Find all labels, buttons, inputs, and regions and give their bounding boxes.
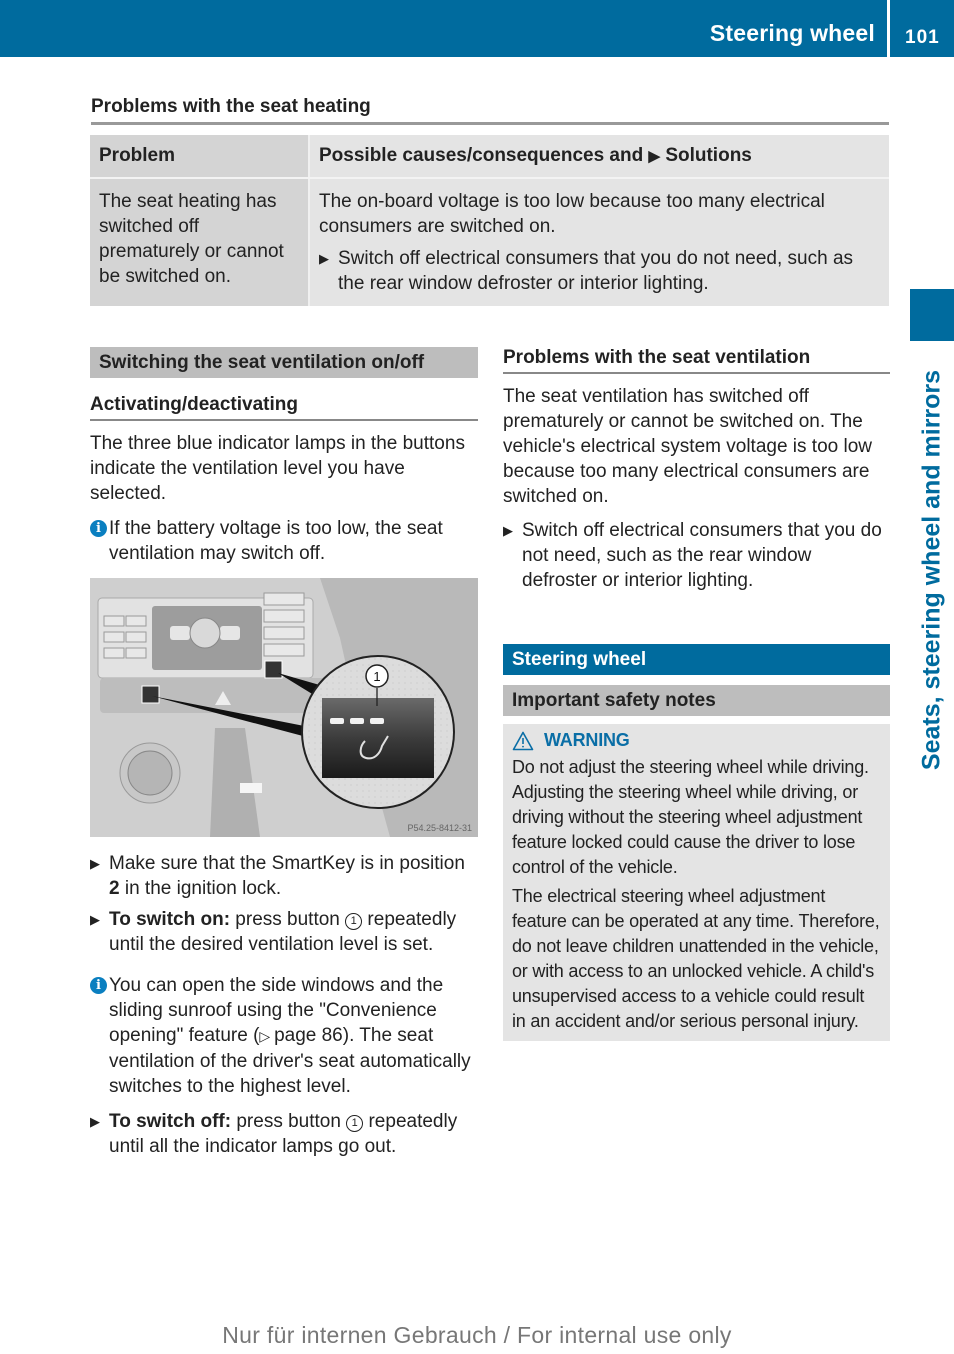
steering-section-title: Steering wheel bbox=[503, 644, 890, 675]
page-ref-arrow-icon: ▷ bbox=[259, 1028, 275, 1044]
warning-label: WARNING bbox=[544, 730, 630, 750]
step-text: in the ignition lock. bbox=[119, 878, 282, 899]
button-1-ref-icon: 1 bbox=[345, 913, 363, 930]
activating-heading: Activating/deactivating bbox=[90, 392, 478, 421]
page-ref-link[interactable]: page 86 bbox=[274, 1025, 343, 1046]
column-header-problem: Problem bbox=[90, 135, 310, 179]
step-switch-on: ▶ To switch on: press button 1 repeatedl… bbox=[90, 907, 478, 957]
step-arrow-icon: ▶ bbox=[503, 523, 513, 538]
step-text: Switch off electrical consumers that you… bbox=[522, 520, 882, 591]
chapter-side-label: Seats, steering wheel and mirrors bbox=[910, 350, 954, 790]
figure-code: P54.25-8412-31 bbox=[407, 823, 472, 833]
button-1-ref-icon: 1 bbox=[346, 1115, 364, 1132]
battery-note: i If the battery voltage is too low, the… bbox=[90, 516, 478, 566]
dashboard-illustration: 1 P54.25-8412-31 bbox=[90, 578, 478, 837]
battery-note-text: If the battery voltage is too low, the s… bbox=[109, 518, 443, 564]
step-arrow-icon: ▶ bbox=[319, 251, 329, 266]
left-column: Switching the seat ventilation on/off Ac… bbox=[90, 347, 478, 1159]
cause-cell: The on-board voltage is too low because … bbox=[309, 178, 889, 306]
right-column: Problems with the seat ventilation The s… bbox=[503, 345, 890, 1041]
ventilation-problems-text: The seat ventilation has switched off pr… bbox=[503, 386, 872, 507]
warning-text-1: Do not adjust the steering wheel while d… bbox=[512, 757, 869, 877]
chapter-side-label-text: Seats, steering wheel and mirrors bbox=[917, 369, 946, 771]
warning-header: WARNING bbox=[512, 728, 881, 753]
page-header: Steering wheel 101 bbox=[0, 0, 954, 57]
page-number: 101 bbox=[905, 27, 940, 48]
safety-notes-title: Important safety notes bbox=[503, 685, 890, 716]
table-row: The seat heating has switched off premat… bbox=[90, 178, 889, 306]
cause-text: The on-board voltage is too low because … bbox=[319, 191, 825, 237]
warning-text-2: The electrical steering wheel adjustment… bbox=[512, 886, 880, 1031]
problem-cell: The seat heating has switched off premat… bbox=[90, 178, 310, 306]
ventilation-problems-heading: Problems with the seat ventilation bbox=[503, 345, 890, 374]
step-text: press button bbox=[231, 1111, 347, 1132]
ventilation-intro: The three blue indicator lamps in the bu… bbox=[90, 433, 465, 504]
chapter-tab-marker bbox=[910, 289, 954, 341]
solution-text: Switch off electrical consumers that you… bbox=[338, 248, 854, 294]
step-switch-off: ▶ To switch off: press button 1 repeated… bbox=[90, 1109, 478, 1159]
step-arrow-icon: ▶ bbox=[90, 1114, 100, 1129]
internal-use-footer: Nur für internen Gebrauch / For internal… bbox=[222, 1322, 732, 1348]
seat-heating-heading: Problems with the seat heating bbox=[91, 96, 889, 125]
chapter-title: Steering wheel bbox=[709, 20, 875, 46]
step-text: press button bbox=[230, 909, 346, 930]
step-arrow-icon: ▶ bbox=[90, 912, 100, 927]
warning-box: WARNING Do not adjust the steering wheel… bbox=[503, 724, 890, 1041]
step-smartkey: ▶ Make sure that the SmartKey is in posi… bbox=[90, 851, 478, 901]
step-arrow-icon: ▶ bbox=[90, 856, 100, 871]
seat-ventilation-figure: 1 P54.25-8412-31 bbox=[90, 578, 478, 837]
table-header-row: Problem Possible causes/consequences and… bbox=[90, 135, 889, 179]
step-text: Make sure that the SmartKey is in positi… bbox=[109, 853, 465, 874]
column-header-causes: Possible causes/consequences and ▶ Solut… bbox=[309, 135, 889, 179]
solution-step: ▶ Switch off electrical consumers that y… bbox=[319, 246, 880, 296]
header-divider bbox=[887, 0, 890, 57]
info-icon: i bbox=[90, 977, 107, 994]
step-label: To switch off: bbox=[109, 1111, 232, 1132]
info-icon: i bbox=[90, 520, 107, 537]
seat-heating-table: Problem Possible causes/consequences and… bbox=[90, 135, 889, 306]
column-header-causes-text: Possible causes/consequences and bbox=[319, 145, 644, 166]
figure-callout-number: 1 bbox=[373, 669, 380, 684]
key-position: 2 bbox=[109, 878, 120, 899]
step-label: To switch on: bbox=[109, 909, 231, 930]
solution-arrow-icon: ▶ bbox=[648, 148, 661, 165]
ventilation-section-title: Switching the seat ventilation on/off bbox=[90, 347, 478, 378]
column-header-solutions-text: Solutions bbox=[665, 145, 752, 166]
convenience-note: i You can open the side windows and the … bbox=[90, 973, 478, 1099]
ventilation-problems-step: ▶ Switch off electrical consumers that y… bbox=[503, 518, 890, 593]
warning-triangle-icon bbox=[512, 731, 534, 750]
